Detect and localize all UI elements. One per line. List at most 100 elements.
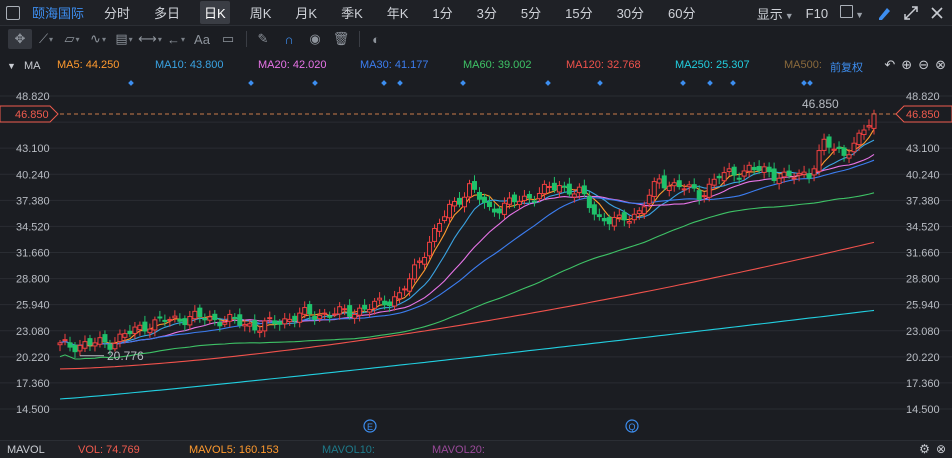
candle-body: [581, 185, 587, 195]
add-icon[interactable]: ⊕: [901, 57, 912, 73]
eye-icon[interactable]: ◉: [303, 29, 327, 49]
line-tool-icon[interactable]: ⟋: [34, 29, 58, 49]
mavol-title[interactable]: MAVOL: [7, 444, 45, 456]
pencil-icon[interactable]: ✎: [251, 29, 275, 49]
right-tick-label: 43.100: [906, 143, 940, 155]
chevron-down-icon[interactable]: ▼: [7, 61, 16, 71]
candle-body: [811, 168, 817, 176]
candle-body: [816, 150, 822, 172]
candle-body: [307, 304, 313, 315]
toggle-icon[interactable]: ◐: [364, 29, 388, 49]
candle-body: [671, 182, 677, 187]
candle-body: [327, 315, 333, 318]
candle-body: [192, 310, 198, 320]
period-5min[interactable]: 5分: [517, 1, 545, 24]
candle-body: [272, 320, 278, 325]
close-icon[interactable]: [930, 6, 944, 20]
candle-body: [631, 213, 637, 221]
candle-body: [172, 315, 178, 319]
candle-body: [706, 183, 712, 198]
candle-body: [716, 175, 722, 179]
range-tool-icon[interactable]: ⟷: [138, 29, 162, 49]
candle-body: [207, 316, 213, 321]
crosshair-move-icon[interactable]: ✥: [8, 29, 32, 49]
candle-body: [626, 220, 632, 224]
toolbar-divider: [246, 31, 247, 47]
layout-toggle-icon[interactable]: [6, 5, 20, 20]
candle-body: [377, 297, 383, 301]
settings-icon[interactable]: ⚙: [919, 442, 930, 456]
period-daily[interactable]: 日K: [200, 1, 230, 24]
candle-body: [232, 316, 238, 319]
candle-body: [836, 146, 842, 150]
candle-body: [347, 305, 353, 317]
candle-body: [711, 178, 717, 186]
period-quarterly[interactable]: 季K: [337, 1, 367, 24]
candle-body: [277, 321, 283, 325]
display-menu[interactable]: 显示 ▼: [757, 4, 794, 23]
candle-body: [736, 177, 742, 180]
candle-body: [791, 177, 797, 180]
adjust-mode-label[interactable]: 前复权: [830, 59, 863, 75]
candle-body: [182, 318, 188, 326]
legend-tools: ↶ ⊕ ⊖ ⊗: [884, 57, 946, 73]
ma500-value: MA500:: [784, 59, 822, 71]
period-1min[interactable]: 1分: [428, 1, 456, 24]
arrow-tool-icon[interactable]: ←: [164, 29, 188, 49]
f10-button[interactable]: F10: [806, 6, 828, 21]
stock-name[interactable]: 颐海国际: [32, 3, 84, 22]
period-15min[interactable]: 15分: [561, 1, 596, 24]
ma120-value: MA120: 32.768: [566, 59, 641, 71]
display-label: 显示: [756, 6, 783, 22]
fibonacci-tool-icon[interactable]: ▤: [112, 29, 136, 49]
overlay-menu[interactable]: ▼: [840, 5, 864, 21]
undo-icon[interactable]: ↶: [884, 57, 895, 73]
period-30min[interactable]: 30分: [613, 1, 648, 24]
candle-body: [761, 166, 767, 173]
candle-body: [72, 344, 78, 353]
toolbar-divider: [359, 31, 360, 47]
candle-body: [576, 186, 582, 194]
period-3min[interactable]: 3分: [473, 1, 501, 24]
channel-tool-icon[interactable]: ▱: [60, 29, 84, 49]
candle-body: [387, 301, 393, 307]
high-annotation: 46.850: [802, 97, 839, 111]
draw-pen-icon[interactable]: [876, 5, 892, 21]
period-monthly[interactable]: 月K: [291, 1, 321, 24]
volume-indicator-bar: MAVOL VOL: 74.769 MAVOL5: 160.153 MAVOL1…: [0, 440, 952, 458]
period-intraday[interactable]: 分时: [100, 1, 134, 24]
period-multiday[interactable]: 多日: [150, 1, 184, 24]
candle-body: [496, 208, 502, 214]
period-yearly[interactable]: 年K: [383, 1, 413, 24]
candle-body: [731, 166, 737, 176]
comment-tool-icon[interactable]: ▭: [216, 29, 240, 49]
candle-body: [806, 173, 812, 179]
period-60min[interactable]: 60分: [664, 1, 699, 24]
expand-icon[interactable]: [904, 6, 918, 20]
remove-icon[interactable]: ⊖: [918, 57, 929, 73]
candle-body: [871, 113, 877, 129]
candle-body: [611, 216, 617, 227]
indicator-title[interactable]: MA: [24, 60, 41, 72]
candle-body: [851, 142, 857, 153]
magnet-icon[interactable]: ∩: [277, 29, 301, 49]
candle-body: [332, 313, 338, 316]
candle-body: [516, 200, 522, 206]
text-tool-icon[interactable]: Aa: [190, 29, 214, 49]
right-tick-label: 31.660: [906, 248, 940, 260]
left-tick-label: 28.800: [16, 274, 50, 286]
period-weekly[interactable]: 周K: [246, 1, 276, 24]
candle-body: [372, 300, 378, 309]
ma20-value: MA20: 42.020: [258, 59, 327, 71]
trash-icon[interactable]: 🗑: [329, 29, 353, 49]
close-icon[interactable]: ⊗: [936, 442, 946, 456]
drawing-toolbar: ✥ ⟋ ▱ ∿ ▤ ⟷ ← Aa ▭ ✎ ∩ ◉ 🗑 ◐: [0, 27, 952, 51]
candle-body: [531, 200, 537, 203]
candle-body: [142, 321, 148, 332]
left-tick-label: 34.520: [16, 221, 50, 233]
wave-tool-icon[interactable]: ∿: [86, 29, 110, 49]
close-icon[interactable]: ⊗: [935, 57, 946, 73]
candlestick-chart[interactable]: 48.820 48.820 43.100 43.100 40.240 40.240 37.3…: [0, 76, 952, 440]
candle-body: [292, 315, 298, 322]
right-tick-label: 14.500: [906, 404, 940, 416]
